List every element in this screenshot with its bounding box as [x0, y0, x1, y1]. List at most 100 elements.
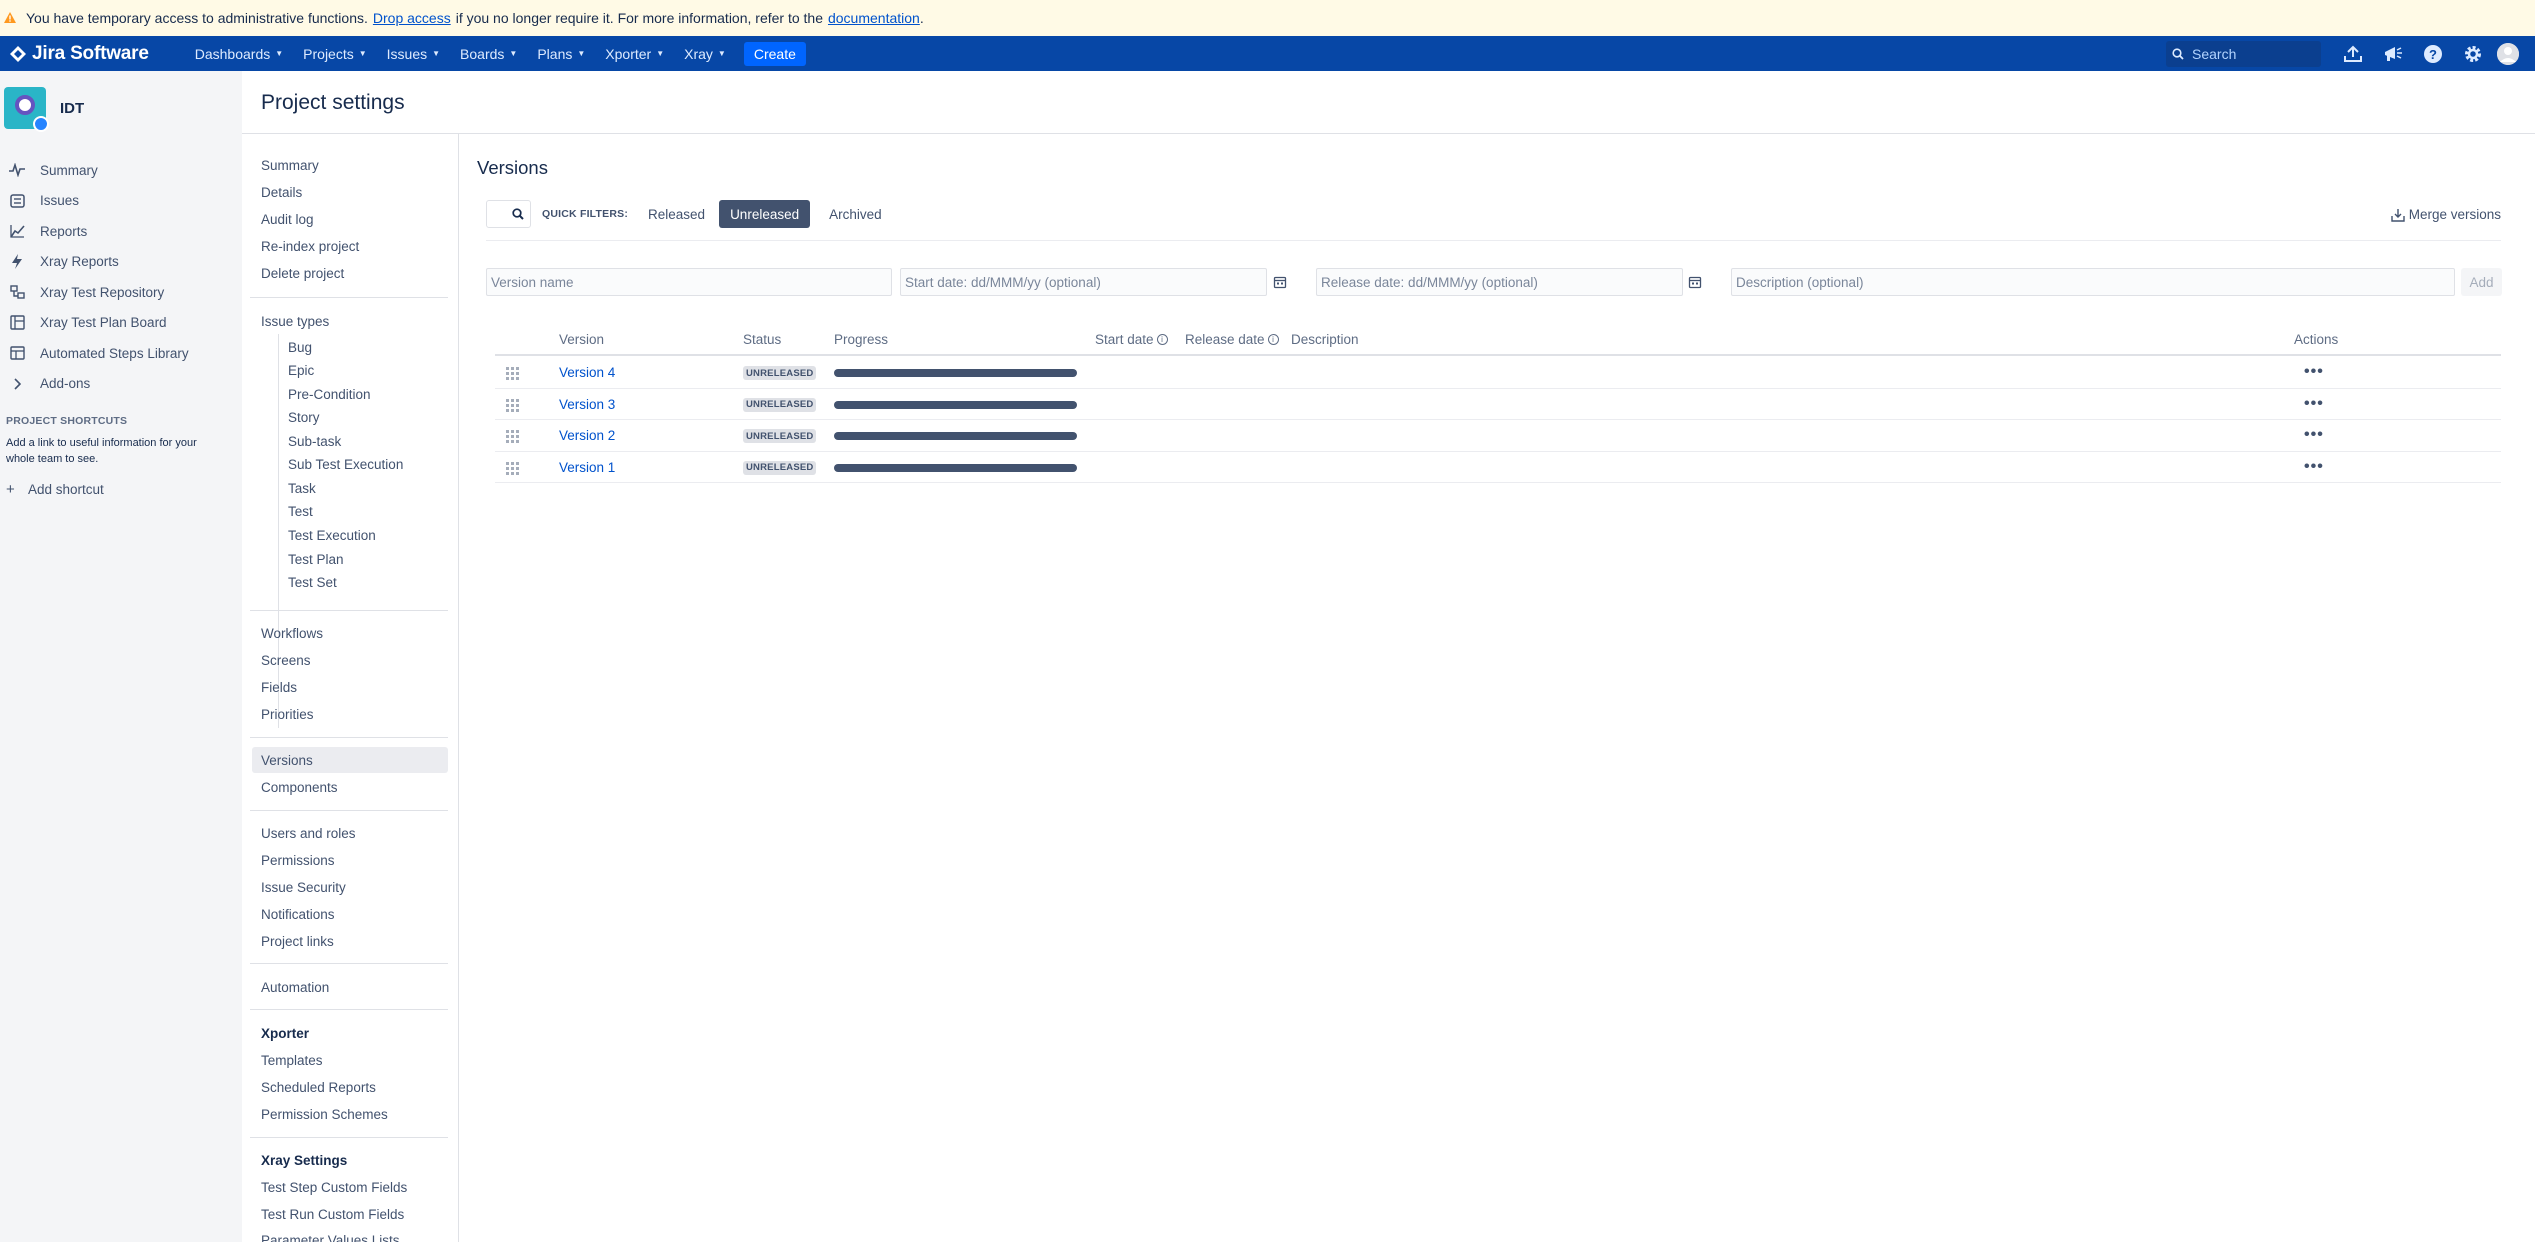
sidebar-item-xray-test-plan-board[interactable]: Xray Test Plan Board [0, 308, 242, 339]
settings-item-parameter-values-lists[interactable]: Parameter Values Lists [261, 1233, 400, 1242]
filter-unreleased[interactable]: Unreleased [719, 200, 811, 228]
filter-released[interactable]: Released [648, 200, 705, 228]
divider [250, 297, 448, 298]
issue-type-test[interactable]: Test [288, 504, 313, 519]
start-date-input[interactable]: Start date: dd/MMM/yy (optional) [900, 268, 1267, 296]
version-search-input[interactable] [486, 200, 531, 228]
settings-item-permissions[interactable]: Permissions [261, 853, 335, 868]
jira-logo[interactable]: Jira Software [10, 43, 149, 65]
merge-versions-button[interactable]: Merge versions [2391, 207, 2501, 222]
issue-type-test-set[interactable]: Test Set [288, 575, 337, 590]
calendar-icon[interactable] [1273, 275, 1287, 289]
nav-plans[interactable]: Plans ▼ [527, 36, 595, 71]
board-icon [8, 314, 26, 332]
create-button[interactable]: Create [743, 41, 806, 66]
version-name-input[interactable]: Version name [486, 268, 892, 296]
settings-item-screens[interactable]: Screens [261, 653, 311, 668]
filter-archived[interactable]: Archived [829, 200, 882, 228]
actions-menu-button[interactable]: ••• [2304, 426, 2324, 444]
sidebar-item-xray-reports[interactable]: Xray Reports [0, 247, 242, 278]
version-name-link[interactable]: Version 1 [559, 460, 615, 475]
actions-menu-button[interactable]: ••• [2304, 363, 2324, 381]
nav-xporter[interactable]: Xporter ▼ [595, 36, 674, 71]
add-shortcut-button[interactable]: + Add shortcut [6, 481, 104, 498]
sidebar-item-automated-steps-library[interactable]: Automated Steps Library [0, 338, 242, 369]
settings-item-workflows[interactable]: Workflows [261, 626, 323, 641]
settings-item-issue-types[interactable]: Issue types [261, 314, 329, 329]
settings-item-reindex[interactable]: Re-index project [261, 239, 359, 254]
nav-boards[interactable]: Boards ▼ [450, 36, 527, 71]
info-icon[interactable]: i [1267, 334, 1279, 345]
settings-item-priorities[interactable]: Priorities [261, 707, 314, 722]
settings-item-project-links[interactable]: Project links [261, 934, 334, 949]
column-start-date-label: Start date [1095, 332, 1154, 347]
issue-type-sub-test-execution[interactable]: Sub Test Execution [288, 457, 403, 472]
issue-type-test-execution[interactable]: Test Execution [288, 528, 376, 543]
issue-type-story[interactable]: Story [288, 410, 320, 425]
settings-item-details[interactable]: Details [261, 185, 302, 200]
sidebar-item-reports[interactable]: Reports [0, 216, 242, 247]
settings-item-versions[interactable]: Versions [261, 753, 313, 768]
xray-settings-header: Xray Settings [261, 1153, 348, 1168]
documentation-link[interactable]: documentation [828, 10, 920, 26]
version-name-link[interactable]: Version 4 [559, 365, 615, 380]
drop-access-link[interactable]: Drop access [373, 10, 451, 26]
megaphone-icon[interactable] [2373, 36, 2413, 71]
avatar[interactable] [2497, 42, 2519, 65]
issue-type-sub-task[interactable]: Sub-task [288, 434, 341, 449]
actions-menu-button[interactable]: ••• [2304, 458, 2324, 476]
nav-dashboards[interactable]: Dashboards ▼ [185, 36, 293, 71]
admin-banner: You have temporary access to administrat… [0, 0, 2535, 36]
project-header[interactable]: IDT [4, 87, 84, 132]
settings-item-notifications[interactable]: Notifications [261, 907, 335, 922]
settings-item-fields[interactable]: Fields [261, 680, 297, 695]
drag-handle-icon[interactable] [505, 429, 519, 443]
settings-item-components[interactable]: Components [261, 780, 338, 795]
nav-xray[interactable]: Xray ▼ [674, 36, 736, 71]
sidebar-item-issues[interactable]: Issues [0, 186, 242, 217]
description-input[interactable]: Description (optional) [1731, 268, 2455, 296]
settings-item-summary[interactable]: Summary [261, 158, 319, 173]
drag-handle-icon[interactable] [505, 366, 519, 380]
settings-item-test-run-custom-fields[interactable]: Test Run Custom Fields [261, 1207, 404, 1222]
divider [250, 1137, 448, 1138]
gear-icon[interactable] [2453, 36, 2493, 71]
search-input[interactable]: Search [2166, 40, 2321, 67]
settings-item-issue-security[interactable]: Issue Security [261, 880, 346, 895]
issue-type-epic[interactable]: Epic [288, 363, 314, 378]
nav-projects[interactable]: Projects ▼ [293, 36, 377, 71]
release-date-input[interactable]: Release date: dd/MMM/yy (optional) [1316, 268, 1683, 296]
issue-type-task[interactable]: Task [288, 481, 316, 496]
calendar-icon[interactable] [1688, 275, 1702, 289]
sidebar-label: Automated Steps Library [40, 345, 189, 361]
sidebar-item-add-ons[interactable]: Add-ons [0, 369, 242, 400]
nav-label: Boards [460, 45, 505, 62]
nav-issues[interactable]: Issues ▼ [377, 36, 450, 71]
settings-item-automation[interactable]: Automation [261, 980, 329, 995]
version-name-link[interactable]: Version 3 [559, 397, 615, 412]
settings-item-audit-log[interactable]: Audit log [261, 212, 314, 227]
issue-type-test-plan[interactable]: Test Plan [288, 552, 344, 567]
settings-item-permission-schemes[interactable]: Permission Schemes [261, 1107, 388, 1122]
version-name-link[interactable]: Version 2 [559, 428, 615, 443]
issue-type-pre-condition[interactable]: Pre-Condition [288, 387, 371, 402]
settings-item-test-step-custom-fields[interactable]: Test Step Custom Fields [261, 1180, 407, 1195]
actions-menu-button[interactable]: ••• [2304, 395, 2324, 413]
divider [242, 133, 2535, 134]
repository-icon [8, 283, 26, 301]
settings-item-users-roles[interactable]: Users and roles [261, 826, 356, 841]
drag-handle-icon[interactable] [505, 398, 519, 412]
sidebar-item-xray-test-repository[interactable]: Xray Test Repository [0, 277, 242, 308]
drag-handle-icon[interactable] [505, 461, 519, 475]
settings-item-delete-project[interactable]: Delete project [261, 266, 344, 281]
settings-item-templates[interactable]: Templates [261, 1053, 323, 1068]
sidebar-label: Xray Reports [40, 254, 119, 270]
settings-item-scheduled-reports[interactable]: Scheduled Reports [261, 1080, 376, 1095]
upload-icon[interactable] [2333, 36, 2373, 71]
help-icon[interactable]: ? [2413, 36, 2453, 71]
nav-label: Xporter [605, 45, 652, 62]
sidebar-item-summary[interactable]: Summary [0, 155, 242, 186]
issue-type-bug[interactable]: Bug [288, 340, 312, 355]
info-icon[interactable]: i [1156, 334, 1168, 345]
add-button[interactable]: Add [2461, 268, 2502, 296]
